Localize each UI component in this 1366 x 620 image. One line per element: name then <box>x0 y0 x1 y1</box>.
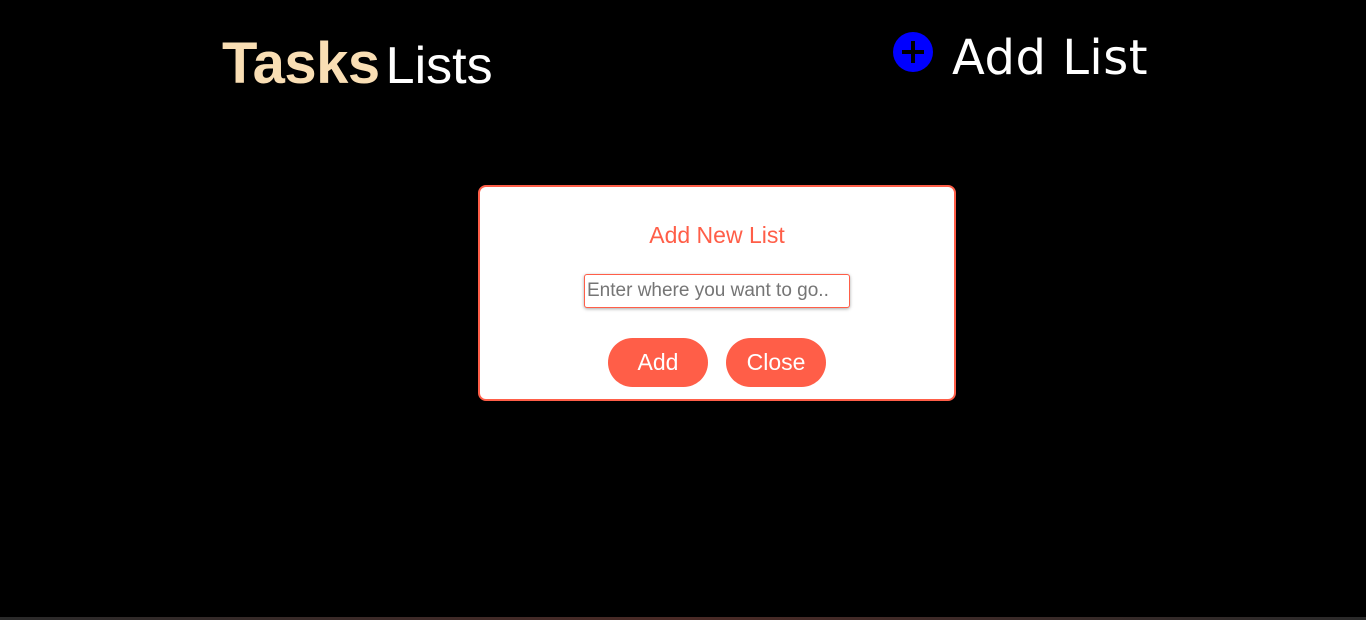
list-name-input[interactable] <box>584 274 850 308</box>
app-logo: Tasks Lists <box>222 30 493 96</box>
add-list-label[interactable]: Add List <box>952 30 1148 86</box>
modal-title: Add New List <box>649 222 785 248</box>
add-button[interactable]: Add <box>608 338 708 387</box>
logo-lists-text: Lists <box>385 37 493 95</box>
add-list-button[interactable]: Add List <box>893 30 1148 86</box>
close-button[interactable]: Close <box>726 338 826 387</box>
app-page: Tasks Lists Add List Add New List Add Cl… <box>0 0 1366 620</box>
add-list-modal: Add New List Add Close <box>478 185 956 401</box>
logo-tasks-text: Tasks <box>222 31 380 96</box>
plus-circle-icon[interactable] <box>893 32 933 72</box>
